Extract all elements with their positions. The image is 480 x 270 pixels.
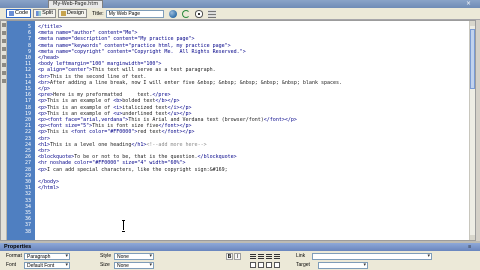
scroll-down-icon[interactable]	[470, 235, 475, 240]
code-icon	[9, 11, 14, 16]
scroll-up-icon[interactable]	[470, 21, 475, 26]
vertical-scrollbar[interactable]	[469, 21, 475, 240]
highlight-invalid-icon[interactable]	[2, 63, 6, 67]
bold-button[interactable]: B	[226, 253, 233, 260]
size-label: Size	[100, 262, 110, 268]
font-label: Font	[6, 262, 17, 268]
split-icon	[36, 11, 42, 16]
target-select[interactable]	[318, 262, 368, 269]
properties-row-2: Font Default Font Size None Target	[0, 261, 480, 270]
select-parent-tag-icon[interactable]	[2, 47, 6, 51]
comment-icon[interactable]	[2, 79, 6, 83]
indent-icon[interactable]	[274, 262, 280, 268]
page-title-input[interactable]: My Web Page	[105, 9, 164, 18]
outdent-icon[interactable]	[266, 262, 272, 268]
italic-button[interactable]: I	[234, 253, 241, 260]
document-toolbar: Code Split Design Title: My Web Page	[0, 8, 480, 20]
design-icon	[60, 11, 66, 16]
code-view-button[interactable]: Code	[6, 9, 32, 18]
ordered-list-icon[interactable]	[258, 262, 264, 268]
code-editor[interactable]: 5 </title> 6 <meta name="author" content="M…	[0, 20, 476, 241]
font-select[interactable]: Default Font	[24, 262, 70, 269]
visual-aids-icon[interactable]	[194, 9, 203, 18]
expand-all-icon[interactable]	[2, 39, 6, 43]
close-document-icon[interactable]: ×	[465, 0, 472, 7]
properties-panel-header[interactable]: Properties ≡	[0, 243, 480, 251]
size-select[interactable]: None	[114, 262, 154, 269]
refresh-icon[interactable]	[181, 9, 190, 18]
split-view-label: Split	[42, 10, 53, 16]
code-view-label: Code	[15, 10, 29, 16]
align-left-icon[interactable]	[250, 253, 256, 259]
justify-icon[interactable]	[274, 253, 280, 259]
title-label: Title:	[91, 10, 104, 17]
target-label: Target	[296, 262, 310, 268]
open-documents-icon[interactable]	[2, 23, 6, 27]
view-options-icon[interactable]	[207, 9, 216, 18]
panel-options-icon[interactable]: ≡	[468, 243, 474, 251]
text-cursor-icon	[122, 220, 125, 232]
properties-panel: Format Paragraph Style None B I Link Fon…	[0, 251, 480, 270]
collapse-tag-icon[interactable]	[2, 31, 6, 35]
format-select[interactable]: Paragraph	[24, 253, 70, 260]
document-tab-bar: My-Web-Page.htm ×	[0, 0, 480, 8]
line-numbers-icon[interactable]	[2, 55, 6, 59]
link-input[interactable]	[312, 253, 432, 260]
align-center-icon[interactable]	[258, 253, 264, 259]
format-label: Format	[6, 253, 22, 259]
style-select[interactable]: None	[114, 253, 154, 260]
preview-in-browser-icon[interactable]	[168, 9, 177, 18]
word-wrap-icon[interactable]	[2, 71, 6, 75]
line-number: 38	[24, 228, 31, 235]
code-line[interactable]: 38	[7, 228, 475, 237]
unordered-list-icon[interactable]	[250, 262, 256, 268]
split-view-button[interactable]: Split	[33, 9, 56, 18]
design-view-label: Design	[66, 10, 84, 16]
align-right-icon[interactable]	[266, 253, 272, 259]
properties-row-1: Format Paragraph Style None B I Link	[0, 252, 480, 261]
properties-title: Properties	[4, 244, 32, 250]
style-label: Style	[100, 253, 112, 259]
design-view-button[interactable]: Design	[57, 9, 87, 18]
scroll-thumb[interactable]	[470, 29, 475, 89]
link-label: Link	[296, 253, 306, 259]
document-tab[interactable]: My-Web-Page.htm	[48, 0, 104, 8]
